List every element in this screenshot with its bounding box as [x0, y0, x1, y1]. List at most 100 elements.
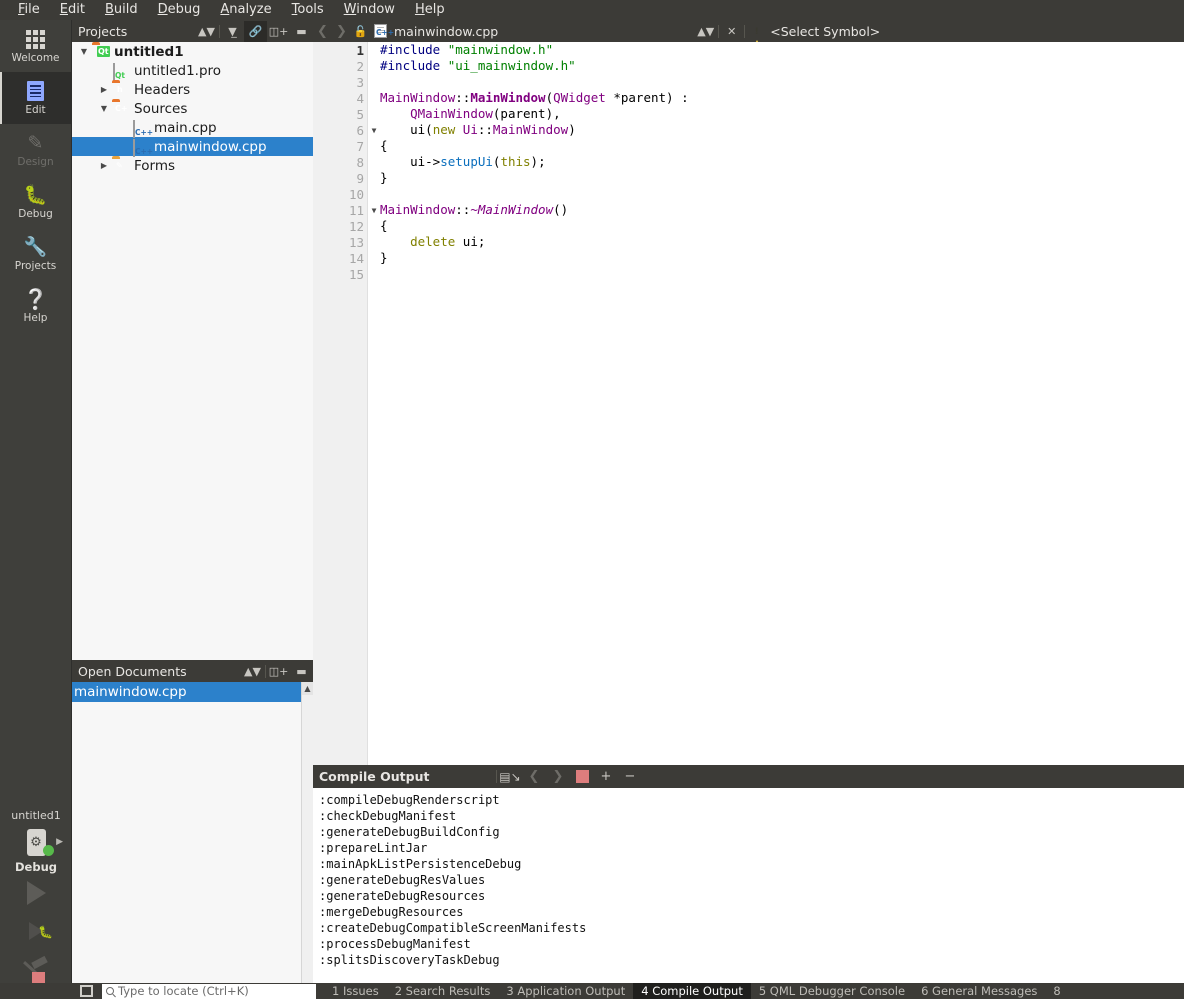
- output-pane-text[interactable]: :compileDebugRenderscript:checkDebugMani…: [313, 788, 1184, 984]
- line-number-gutter[interactable]: 1 2 3 4 5 6 ▼ 7 8 9 10 11 ▼ 12 13 14 15: [313, 42, 376, 765]
- open-document-item[interactable]: mainwindow.cpp: [72, 682, 313, 702]
- run-button[interactable]: [0, 874, 72, 912]
- menu-window[interactable]: Window: [334, 0, 405, 20]
- mode-label: Design: [17, 156, 54, 168]
- scroll-up-arrow-icon[interactable]: ▲: [302, 682, 313, 695]
- output-tab-1-issues[interactable]: 1 Issues: [324, 983, 387, 999]
- tree-expander-icon[interactable]: ▶: [96, 85, 112, 94]
- mode-label: Projects: [14, 260, 57, 272]
- menu-tools[interactable]: Tools: [282, 0, 334, 20]
- warning-triangle-icon[interactable]: !: [750, 25, 765, 52]
- sync-selector[interactable]: ▲▼: [241, 661, 264, 682]
- left-sidebar: Projects ▲▼ ▼̲ 🔗 ◫+ ▬ ▼ Qt untitled1 Qt unti…: [72, 20, 313, 999]
- sync-selector[interactable]: ▲▼: [195, 21, 218, 42]
- output-line: :prepareLintJar: [319, 841, 428, 855]
- wrench-icon: 🔧: [23, 235, 48, 258]
- tree-item-mainwindow-cpp[interactable]: C++ mainwindow.cpp: [72, 137, 313, 157]
- unlocked-padlock-icon[interactable]: 🔓: [351, 25, 370, 38]
- code-line[interactable]: ui(new Ui::MainWindow): [380, 122, 1184, 138]
- split-add-icon[interactable]: ◫+: [267, 21, 290, 42]
- menu-debug[interactable]: Debug: [148, 0, 211, 20]
- menu-build[interactable]: Build: [95, 0, 148, 20]
- code-line[interactable]: MainWindow::MainWindow(QWidget *parent) …: [380, 90, 1184, 106]
- tree-expander-icon[interactable]: ▼: [96, 104, 112, 113]
- tree-item-label: untitled1: [114, 43, 184, 60]
- fold-marker-icon[interactable]: ▼: [368, 206, 380, 215]
- line-number: 15: [348, 266, 364, 282]
- output-tab-6-general-messages[interactable]: 6 General Messages: [913, 983, 1045, 999]
- split-add-icon[interactable]: ◫+: [267, 661, 290, 682]
- next-item-button[interactable]: ❯: [546, 766, 570, 788]
- tree-item-main-cpp[interactable]: C++ main.cpp: [72, 118, 313, 138]
- open-documents-title: Open Documents: [78, 663, 187, 679]
- menu-edit[interactable]: Edit: [50, 0, 95, 20]
- qt-creator-window: File Edit Build Debug Analyze Tools Window Help…: [0, 0, 1184, 999]
- kit-selector[interactable]: untitled1 ⚙ ▶ Debug: [0, 809, 72, 874]
- editor-toolbar: ❮ ❯ 🔓 C++ mainwindow.cpp ▲▼ ✕ ! <Select …: [313, 20, 1184, 52]
- fold-marker-icon[interactable]: ▼: [368, 126, 380, 135]
- debug-button[interactable]: 🐛: [0, 912, 72, 950]
- minimize-icon[interactable]: ▬: [290, 21, 313, 42]
- code-line[interactable]: [380, 266, 1184, 282]
- headers-folder-icon: h: [117, 84, 123, 94]
- code-line[interactable]: }: [380, 250, 1184, 266]
- tree-item-Sources[interactable]: ▼ C+ Sources: [72, 99, 313, 118]
- code-line[interactable]: MainWindow::~MainWindow(): [380, 202, 1184, 218]
- symbol-selector[interactable]: <Select Symbol>: [770, 24, 880, 39]
- mode-welcome[interactable]: Welcome: [0, 20, 72, 72]
- code-line[interactable]: [380, 74, 1184, 90]
- zoom-out-button[interactable]: −: [618, 766, 642, 788]
- code-line[interactable]: #include "ui_mainwindow.h": [380, 58, 1184, 74]
- close-x-icon[interactable]: ✕: [720, 21, 743, 42]
- line-number: 3: [356, 74, 364, 90]
- tree-item-Headers[interactable]: ▶ h Headers: [72, 80, 313, 99]
- tree-item-untitled1[interactable]: ▼ Qt untitled1: [72, 42, 313, 61]
- code-line[interactable]: {: [380, 218, 1184, 234]
- navigate-back-button[interactable]: ❮: [313, 24, 332, 39]
- chain-link-icon[interactable]: 🔗: [244, 20, 267, 42]
- locator-input[interactable]: Type to locate (Ctrl+K): [102, 983, 316, 999]
- code-line[interactable]: #include "mainwindow.h": [380, 42, 1184, 58]
- output-tab-2-search-results[interactable]: 2 Search Results: [387, 983, 499, 999]
- output-pane-header: Compile Output ▤↘ ❮ ❯ + −: [313, 765, 1184, 788]
- tree-item-Forms[interactable]: ▶ ✎ Forms: [72, 156, 313, 175]
- stop-button[interactable]: [570, 766, 594, 788]
- zoom-in-button[interactable]: +: [594, 766, 618, 788]
- code-line[interactable]: ui->setupUi(this);: [380, 154, 1184, 170]
- minimize-icon[interactable]: ▬: [290, 661, 313, 682]
- filter-icon[interactable]: ▤↘: [498, 766, 522, 788]
- project-tree[interactable]: ▼ Qt untitled1 Qt untitled1.pro ▶ h Headers ▼ C+ S…: [72, 42, 313, 660]
- menu-help[interactable]: Help: [405, 0, 455, 20]
- editor-split-selector[interactable]: ▲▼: [694, 21, 717, 42]
- tree-expander-icon[interactable]: ▼: [76, 47, 92, 56]
- open-documents-list[interactable]: mainwindow.cpp ▲ ▼: [72, 682, 313, 999]
- navigate-forward-button[interactable]: ❯: [332, 24, 351, 39]
- menu-analyze[interactable]: Analyze: [210, 0, 281, 20]
- mode-debug[interactable]: 🐛 Debug: [0, 176, 72, 228]
- prev-item-button[interactable]: ❮: [522, 766, 546, 788]
- tree-expander-icon[interactable]: ▶: [96, 161, 112, 170]
- code-line[interactable]: }: [380, 170, 1184, 186]
- mode-projects[interactable]: 🔧 Projects: [0, 228, 72, 280]
- projects-panel-header: Projects ▲▼ ▼̲ 🔗 ◫+ ▬: [72, 20, 313, 42]
- filter-funnel-icon[interactable]: ▼̲: [221, 21, 244, 42]
- code-line[interactable]: delete ui;: [380, 234, 1184, 250]
- sidebar-toggle-icon[interactable]: [72, 984, 100, 999]
- code-line[interactable]: QMainWindow(parent),: [380, 106, 1184, 122]
- mode-help[interactable]: ❔ Help: [0, 280, 72, 332]
- code-area[interactable]: 1 2 3 4 5 6 ▼ 7 8 9 10 11 ▼ 12 13 14 15 #include "mainwi…: [313, 42, 1184, 765]
- tree-item-untitled1-pro[interactable]: Qt untitled1.pro: [72, 61, 313, 81]
- editor-filename[interactable]: mainwindow.cpp: [394, 24, 498, 39]
- code-text[interactable]: #include "mainwindow.h" #include "ui_main…: [368, 42, 1184, 765]
- output-tab-5-qml-debugger-console[interactable]: 5 QML Debugger Console: [751, 983, 913, 999]
- output-tab-4-compile-output[interactable]: 4 Compile Output: [633, 983, 751, 999]
- output-tab-8[interactable]: 8: [1045, 983, 1068, 999]
- open-documents-scrollbar[interactable]: ▲ ▼: [301, 682, 313, 999]
- menu-file[interactable]: File: [8, 0, 50, 20]
- code-line[interactable]: [380, 186, 1184, 202]
- output-tab-3-application-output[interactable]: 3 Application Output: [498, 983, 633, 999]
- mode-edit[interactable]: Edit: [0, 72, 72, 124]
- open-document-label: mainwindow.cpp: [74, 684, 187, 700]
- code-line[interactable]: {: [380, 138, 1184, 154]
- line-number: 9: [356, 170, 364, 186]
